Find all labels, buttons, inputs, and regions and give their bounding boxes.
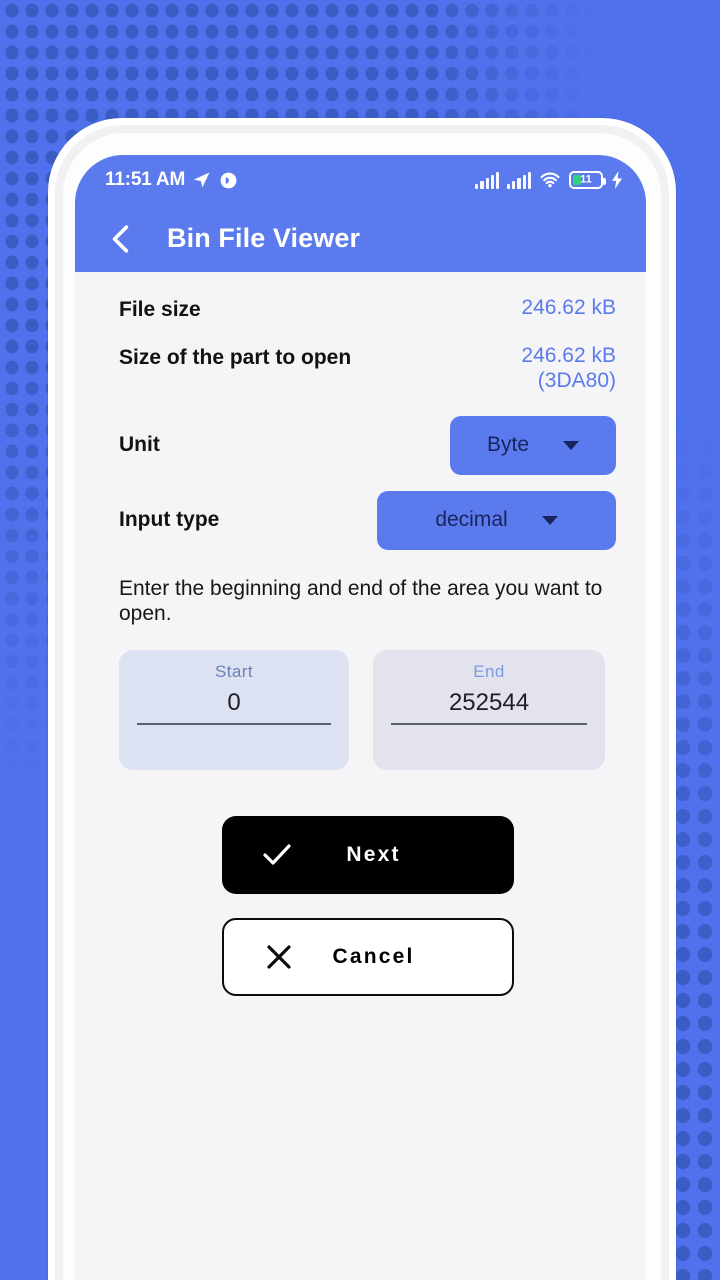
file-size-value: 246.62 kB xyxy=(521,296,616,319)
range-fields: Start 0 End 252544 xyxy=(119,649,616,770)
page-title: Bin File Viewer xyxy=(167,223,361,253)
back-button[interactable] xyxy=(101,219,141,259)
app-notification-icon xyxy=(220,172,237,188)
cancel-button[interactable]: Cancel xyxy=(221,917,514,996)
dot-pattern-top xyxy=(0,0,640,130)
wifi-icon xyxy=(540,172,560,188)
close-icon xyxy=(262,944,296,970)
status-bar-left: 11:51 AM xyxy=(105,169,475,191)
input-type-label: Input type xyxy=(119,508,220,532)
check-icon xyxy=(260,844,294,866)
battery-icon: 11 xyxy=(569,171,606,189)
part-size-label: Size of the part to open xyxy=(119,346,352,369)
end-field[interactable]: End 252544 xyxy=(373,649,605,770)
next-button[interactable]: Next xyxy=(221,815,514,894)
part-size-value: 246.62 kB (3DA80) xyxy=(521,344,616,394)
file-size-label: File size xyxy=(119,298,201,321)
unit-label: Unit xyxy=(119,433,160,457)
start-field[interactable]: Start 0 xyxy=(119,649,349,770)
phone-screen: 11:51 AM 11 Bin File Viewer File size 24… xyxy=(75,155,646,1280)
input-type-row: Input type decimal xyxy=(119,490,616,550)
action-buttons: Next Cancel xyxy=(119,815,616,996)
next-button-label: Next xyxy=(346,842,401,866)
signal-icon xyxy=(507,171,531,189)
main-content: File size 246.62 kB Size of the part to … xyxy=(75,272,646,1280)
end-input[interactable]: 252544 xyxy=(391,689,587,725)
status-bar: 11:51 AM 11 xyxy=(75,155,646,205)
end-field-label: End xyxy=(473,661,505,681)
input-type-dropdown-value: decimal xyxy=(435,508,508,532)
battery-percent-label: 11 xyxy=(580,173,592,186)
start-input[interactable]: 0 xyxy=(137,689,331,725)
start-field-label: Start xyxy=(215,661,253,681)
unit-dropdown-value: Byte xyxy=(486,433,530,457)
part-size-row: Size of the part to open 246.62 kB (3DA8… xyxy=(119,344,616,394)
unit-row: Unit Byte xyxy=(119,415,616,475)
cancel-button-label: Cancel xyxy=(332,944,415,968)
app-bar: Bin File Viewer xyxy=(75,205,646,272)
part-size-value-primary: 246.62 kB xyxy=(521,344,616,367)
chevron-down-icon xyxy=(563,440,580,450)
status-bar-right: 11 xyxy=(475,171,624,189)
input-type-dropdown[interactable]: decimal xyxy=(377,490,616,550)
charging-bolt-icon xyxy=(612,171,622,189)
send-icon xyxy=(193,172,210,188)
status-bar-clock: 11:51 AM xyxy=(105,169,186,190)
range-hint-text: Enter the beginning and end of the area … xyxy=(119,576,603,625)
signal-icon xyxy=(475,171,500,189)
file-size-row: File size 246.62 kB xyxy=(119,296,616,322)
part-size-value-hex: (3DA80) xyxy=(537,368,616,392)
chevron-down-icon xyxy=(541,515,558,525)
unit-dropdown[interactable]: Byte xyxy=(450,415,616,475)
chevron-left-icon xyxy=(112,224,129,253)
